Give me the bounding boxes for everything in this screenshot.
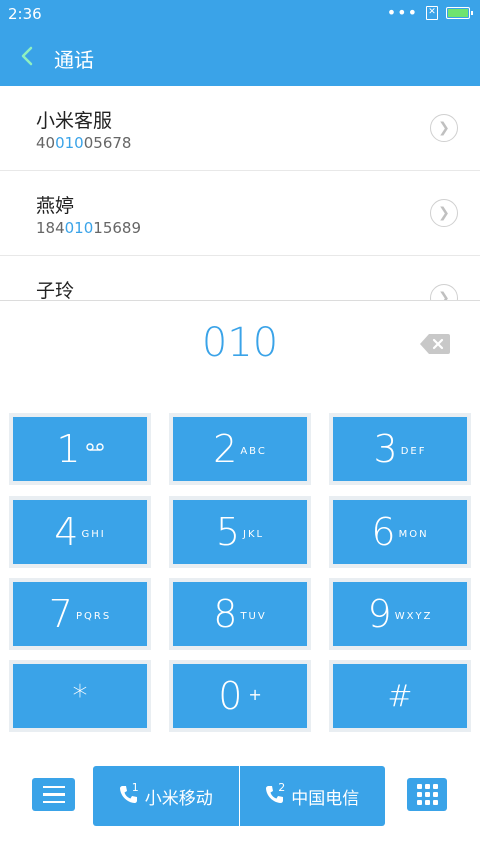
page-title: 通话 (54, 48, 94, 72)
contact-row[interactable]: 小米客服 4001005678 ❯ (0, 86, 480, 171)
key-8[interactable]: 8 TUV (169, 578, 311, 650)
hide-dialpad-button[interactable] (407, 778, 447, 811)
call-sim1-label: 小米移动 (144, 788, 213, 809)
call-sim1-button[interactable]: 1 小米移动 (93, 766, 239, 826)
contact-number: 18401015689 (36, 219, 141, 237)
contact-number: 4001005678 (36, 134, 132, 152)
status-time: 2:36 (8, 5, 42, 23)
key-7[interactable]: 7 PQRS (9, 578, 151, 650)
number-match-highlight: 010 (55, 134, 84, 152)
voicemail-icon (85, 443, 104, 451)
contact-row[interactable]: 燕婷 18401015689 ❯ (0, 171, 480, 256)
key-2[interactable]: 2 ABC (169, 413, 311, 485)
battery-icon (446, 7, 473, 19)
status-bar: 2:36 ••• ✕ (0, 0, 480, 28)
contact-detail-button[interactable]: ❯ (430, 114, 458, 142)
contact-detail-button[interactable]: ❯ (430, 284, 458, 300)
dialed-number: 010 (201, 320, 279, 366)
call-button-group: 1 小米移动 2 中国电信 (93, 766, 385, 826)
dialpad-icon (416, 784, 422, 789)
contact-suggestion-list: 小米客服 4001005678 ❯ 燕婷 18401015689 ❯ 子玲 ❯ (0, 86, 480, 300)
key-3[interactable]: 3 DEF (329, 413, 471, 485)
sim-off-icon: ✕ (426, 6, 438, 20)
backspace-icon[interactable] (420, 333, 450, 355)
status-icons: ••• ✕ (386, 3, 473, 22)
key-hash[interactable]: # (329, 660, 471, 732)
menu-button[interactable] (32, 778, 75, 811)
key-1[interactable]: 1 (9, 413, 151, 485)
menu-icon (42, 785, 65, 789)
contact-name: 子玲 (36, 280, 75, 300)
contact-detail-button[interactable]: ❯ (430, 199, 458, 227)
contact-name: 燕婷 (36, 195, 75, 217)
key-0[interactable]: 0 + (169, 660, 311, 732)
call-sim2-label: 中国电信 (291, 788, 360, 809)
contact-name: 小米客服 (36, 110, 113, 132)
bottom-action-bar: 1 小米移动 2 中国电信 (0, 760, 480, 853)
more-dots-icon: ••• (386, 3, 418, 22)
key-star[interactable]: * (9, 660, 151, 732)
contact-row[interactable]: 子玲 ❯ (0, 256, 480, 300)
app-header: 通话 (0, 28, 480, 86)
phone-icon: 2 (265, 781, 285, 807)
key-6[interactable]: 6 MON (329, 496, 471, 568)
phone-icon: 1 (119, 781, 139, 807)
number-match-highlight: 010 (64, 219, 94, 237)
back-arrow-icon[interactable] (20, 46, 34, 66)
list-divider (0, 300, 480, 301)
key-4[interactable]: 4 GHI (9, 496, 151, 568)
call-sim2-button[interactable]: 2 中国电信 (238, 766, 386, 826)
key-5[interactable]: 5 JKL (169, 496, 311, 568)
key-9[interactable]: 9 WXYZ (329, 578, 471, 650)
